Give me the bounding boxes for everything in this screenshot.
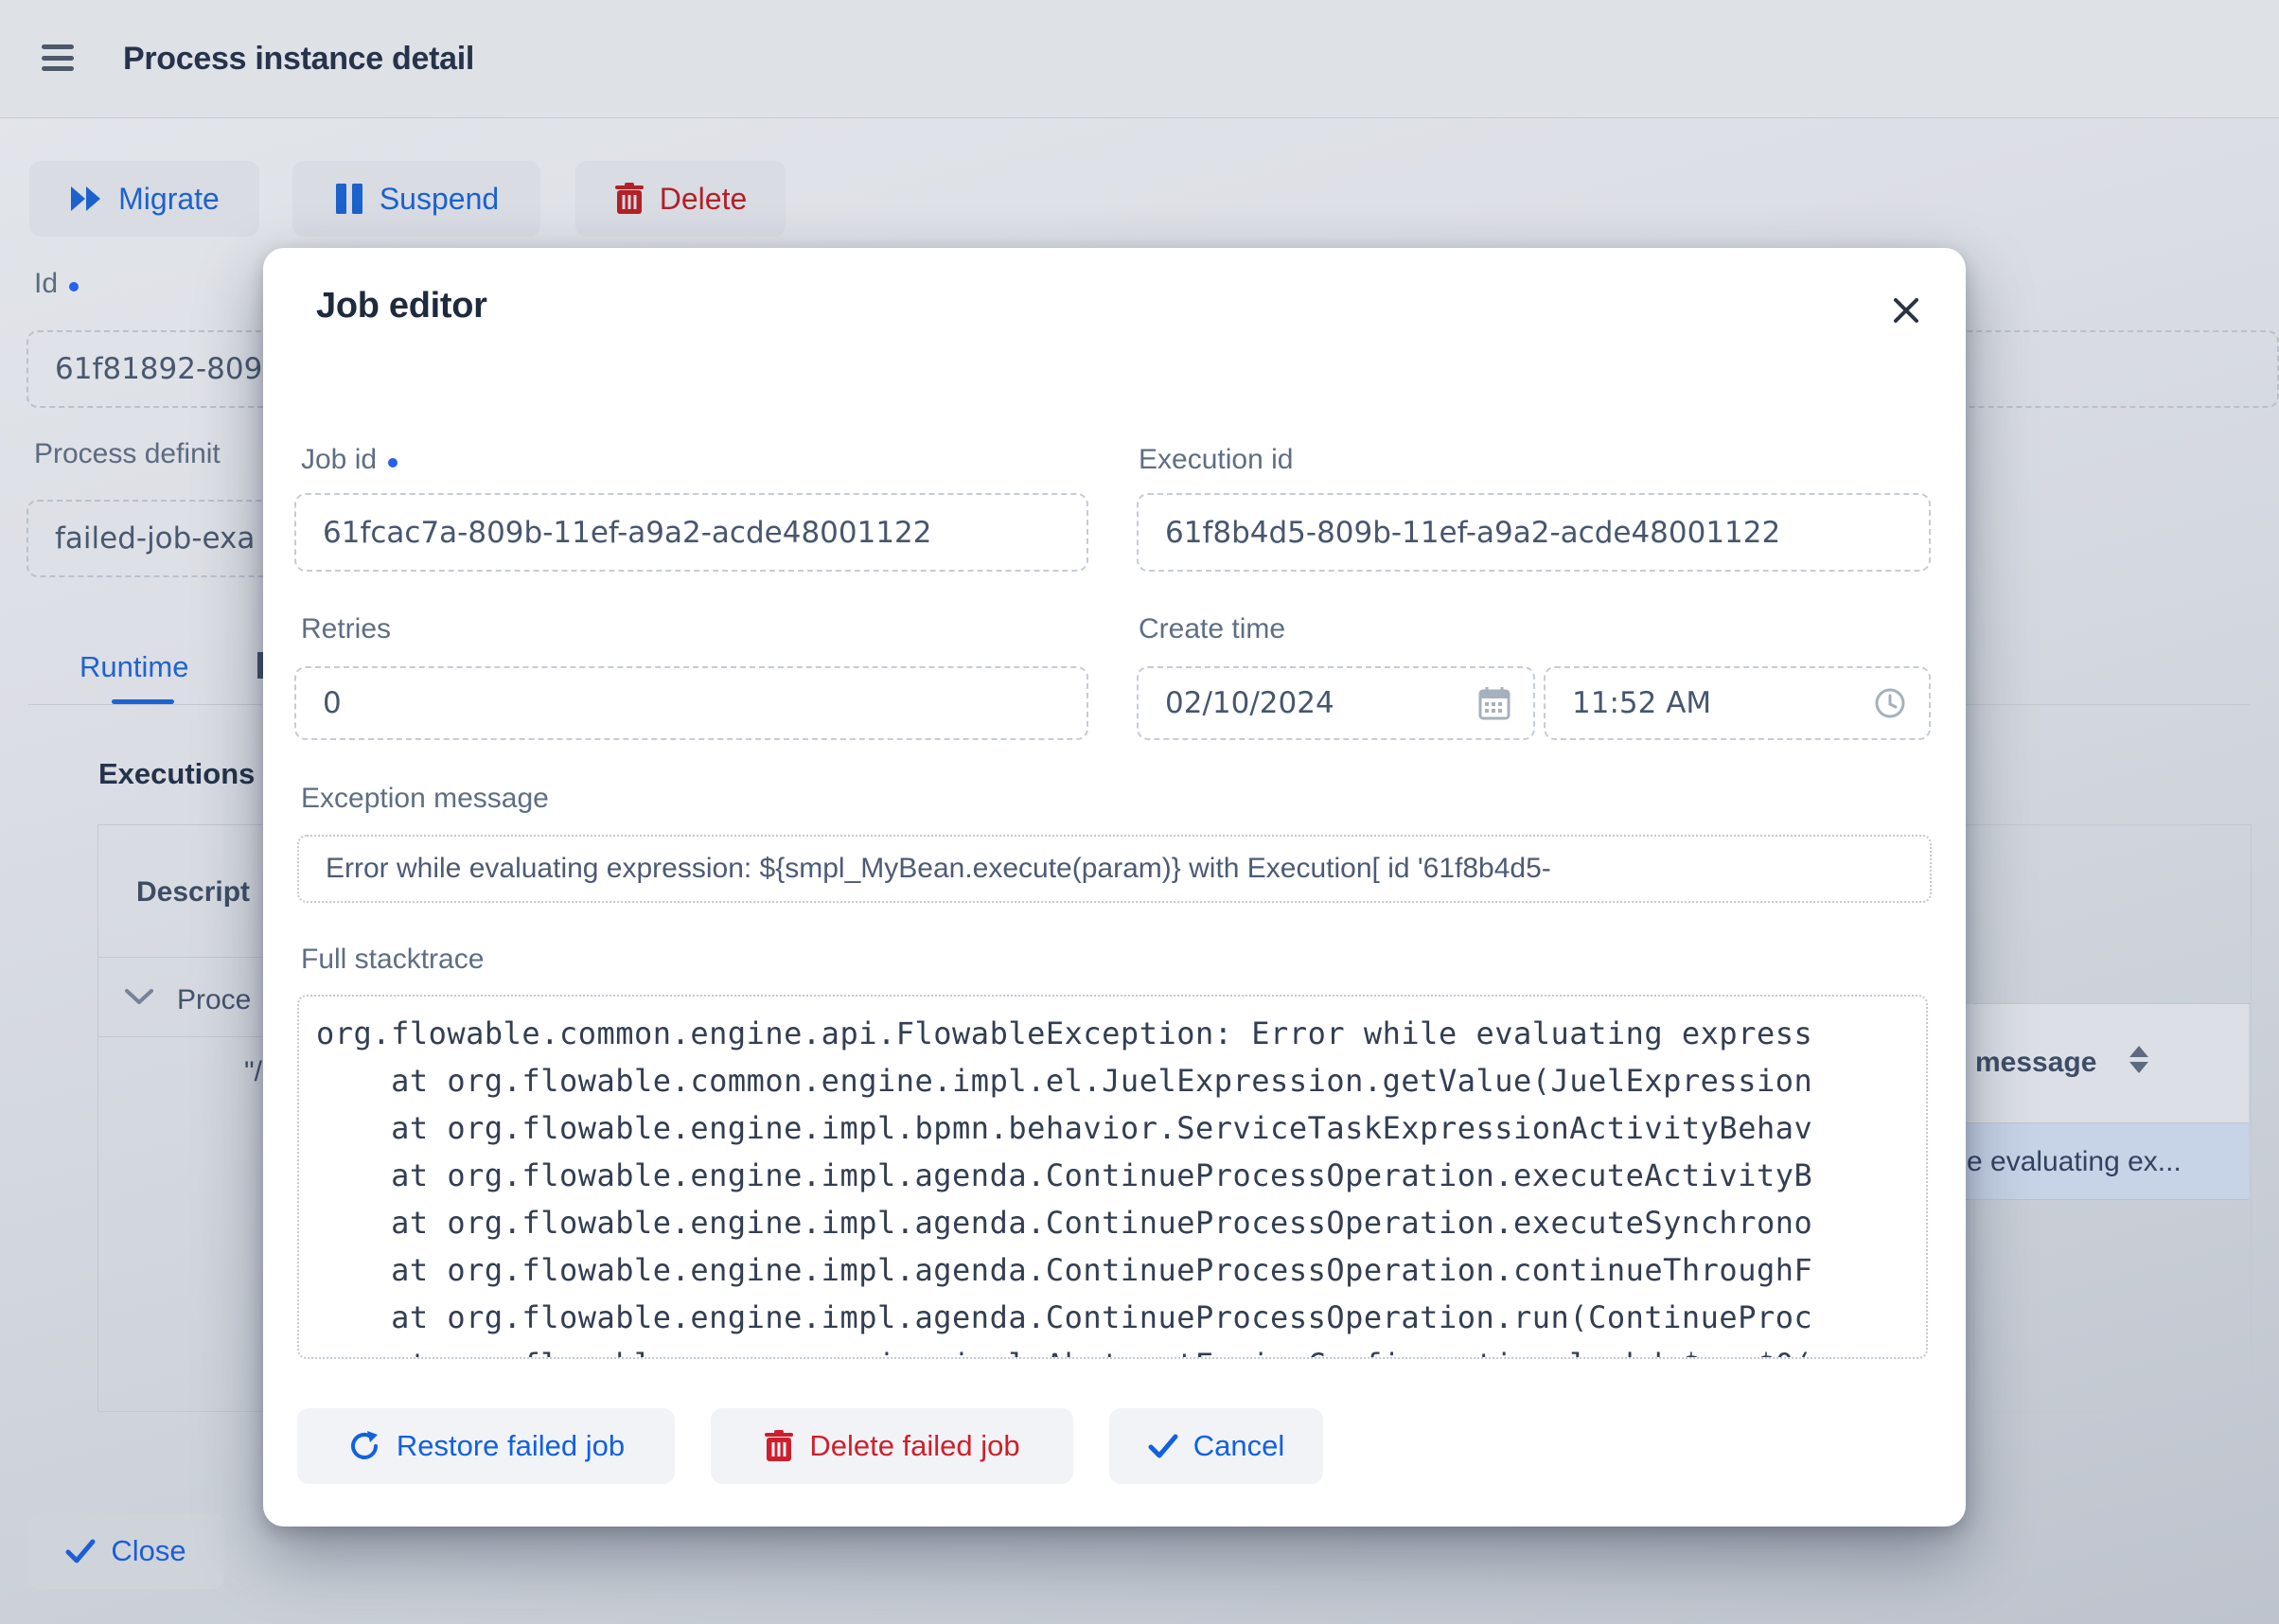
pause-icon	[334, 183, 364, 215]
job-id-label: Job id	[301, 444, 398, 476]
create-time-label: Create time	[1139, 613, 1285, 645]
menu-icon[interactable]	[42, 44, 74, 71]
stacktrace-textarea[interactable]: org.flowable.common.engine.api.FlowableE…	[297, 995, 1928, 1359]
stacktrace-text: org.flowable.common.engine.api.FlowableE…	[299, 997, 1926, 1359]
column-header-message[interactable]: message	[1975, 1047, 2096, 1079]
exception-message-input[interactable]: Error while evaluating expression: ${smp…	[297, 835, 1932, 903]
required-dot	[69, 282, 79, 291]
executions-heading: Executions	[98, 757, 255, 791]
delete-label: Delete	[660, 182, 748, 217]
required-dot	[388, 458, 398, 468]
delete-button[interactable]: Delete	[575, 161, 786, 237]
page-title: Process instance detail	[123, 0, 474, 117]
job-id-input[interactable]: 61fcac7a-809b-11ef-a9a2-acde48001122	[294, 493, 1088, 572]
create-date-input[interactable]: 02/10/2024	[1137, 666, 1535, 740]
table-row-process[interactable]: Proce	[177, 984, 251, 1016]
id-field-label: Id	[34, 268, 79, 300]
create-clock-input[interactable]: 11:52 AM	[1544, 666, 1931, 740]
fast-forward-icon	[69, 185, 103, 213]
tab-runtime[interactable]: Runtime	[80, 650, 188, 684]
clock-icon[interactable]	[1874, 687, 1906, 719]
refresh-icon	[347, 1429, 381, 1463]
close-button[interactable]: Close	[27, 1513, 224, 1589]
execution-id-label: Execution id	[1139, 444, 1293, 476]
execution-id-input[interactable]: 61f8b4d5-809b-11ef-a9a2-acde48001122	[1137, 493, 1931, 572]
restore-failed-job-button[interactable]: Restore failed job	[297, 1408, 675, 1484]
migrate-label: Migrate	[118, 182, 220, 217]
chevron-down-icon[interactable]	[124, 988, 154, 1005]
full-stacktrace-label: Full stacktrace	[301, 944, 484, 976]
table-row-value: "/	[244, 1056, 262, 1088]
checkmark-icon	[65, 1539, 96, 1563]
trash-icon	[614, 182, 645, 216]
dialog-title: Job editor	[316, 286, 487, 327]
sort-icon[interactable]	[2129, 1046, 2148, 1073]
calendar-icon[interactable]	[1478, 686, 1510, 720]
delete-failed-job-button[interactable]: Delete failed job	[711, 1408, 1073, 1484]
trash-icon	[764, 1429, 794, 1463]
exception-message-label: Exception message	[301, 783, 549, 815]
suspend-label: Suspend	[380, 182, 499, 217]
close-x-icon	[1892, 296, 1920, 325]
cancel-button[interactable]: Cancel	[1109, 1408, 1323, 1484]
checkmark-icon	[1148, 1434, 1178, 1458]
selected-job-cell[interactable]: e evaluating ex...	[1967, 1146, 2247, 1178]
suspend-button[interactable]: Suspend	[292, 161, 540, 237]
process-definition-label: Process definit	[34, 438, 221, 470]
migrate-button[interactable]: Migrate	[29, 161, 259, 237]
delete-failed-label: Delete failed job	[809, 1429, 1019, 1463]
column-header-description[interactable]: Descript	[136, 876, 250, 909]
cancel-label: Cancel	[1193, 1429, 1285, 1463]
dialog-close-button[interactable]	[1883, 288, 1929, 333]
close-label: Close	[111, 1534, 186, 1568]
retries-label: Retries	[301, 613, 391, 645]
retries-input[interactable]: 0	[294, 666, 1088, 740]
restore-label: Restore failed job	[397, 1429, 625, 1463]
job-editor-dialog: Job editor Job id 61fcac7a-809b-11ef-a9a…	[263, 248, 1966, 1527]
